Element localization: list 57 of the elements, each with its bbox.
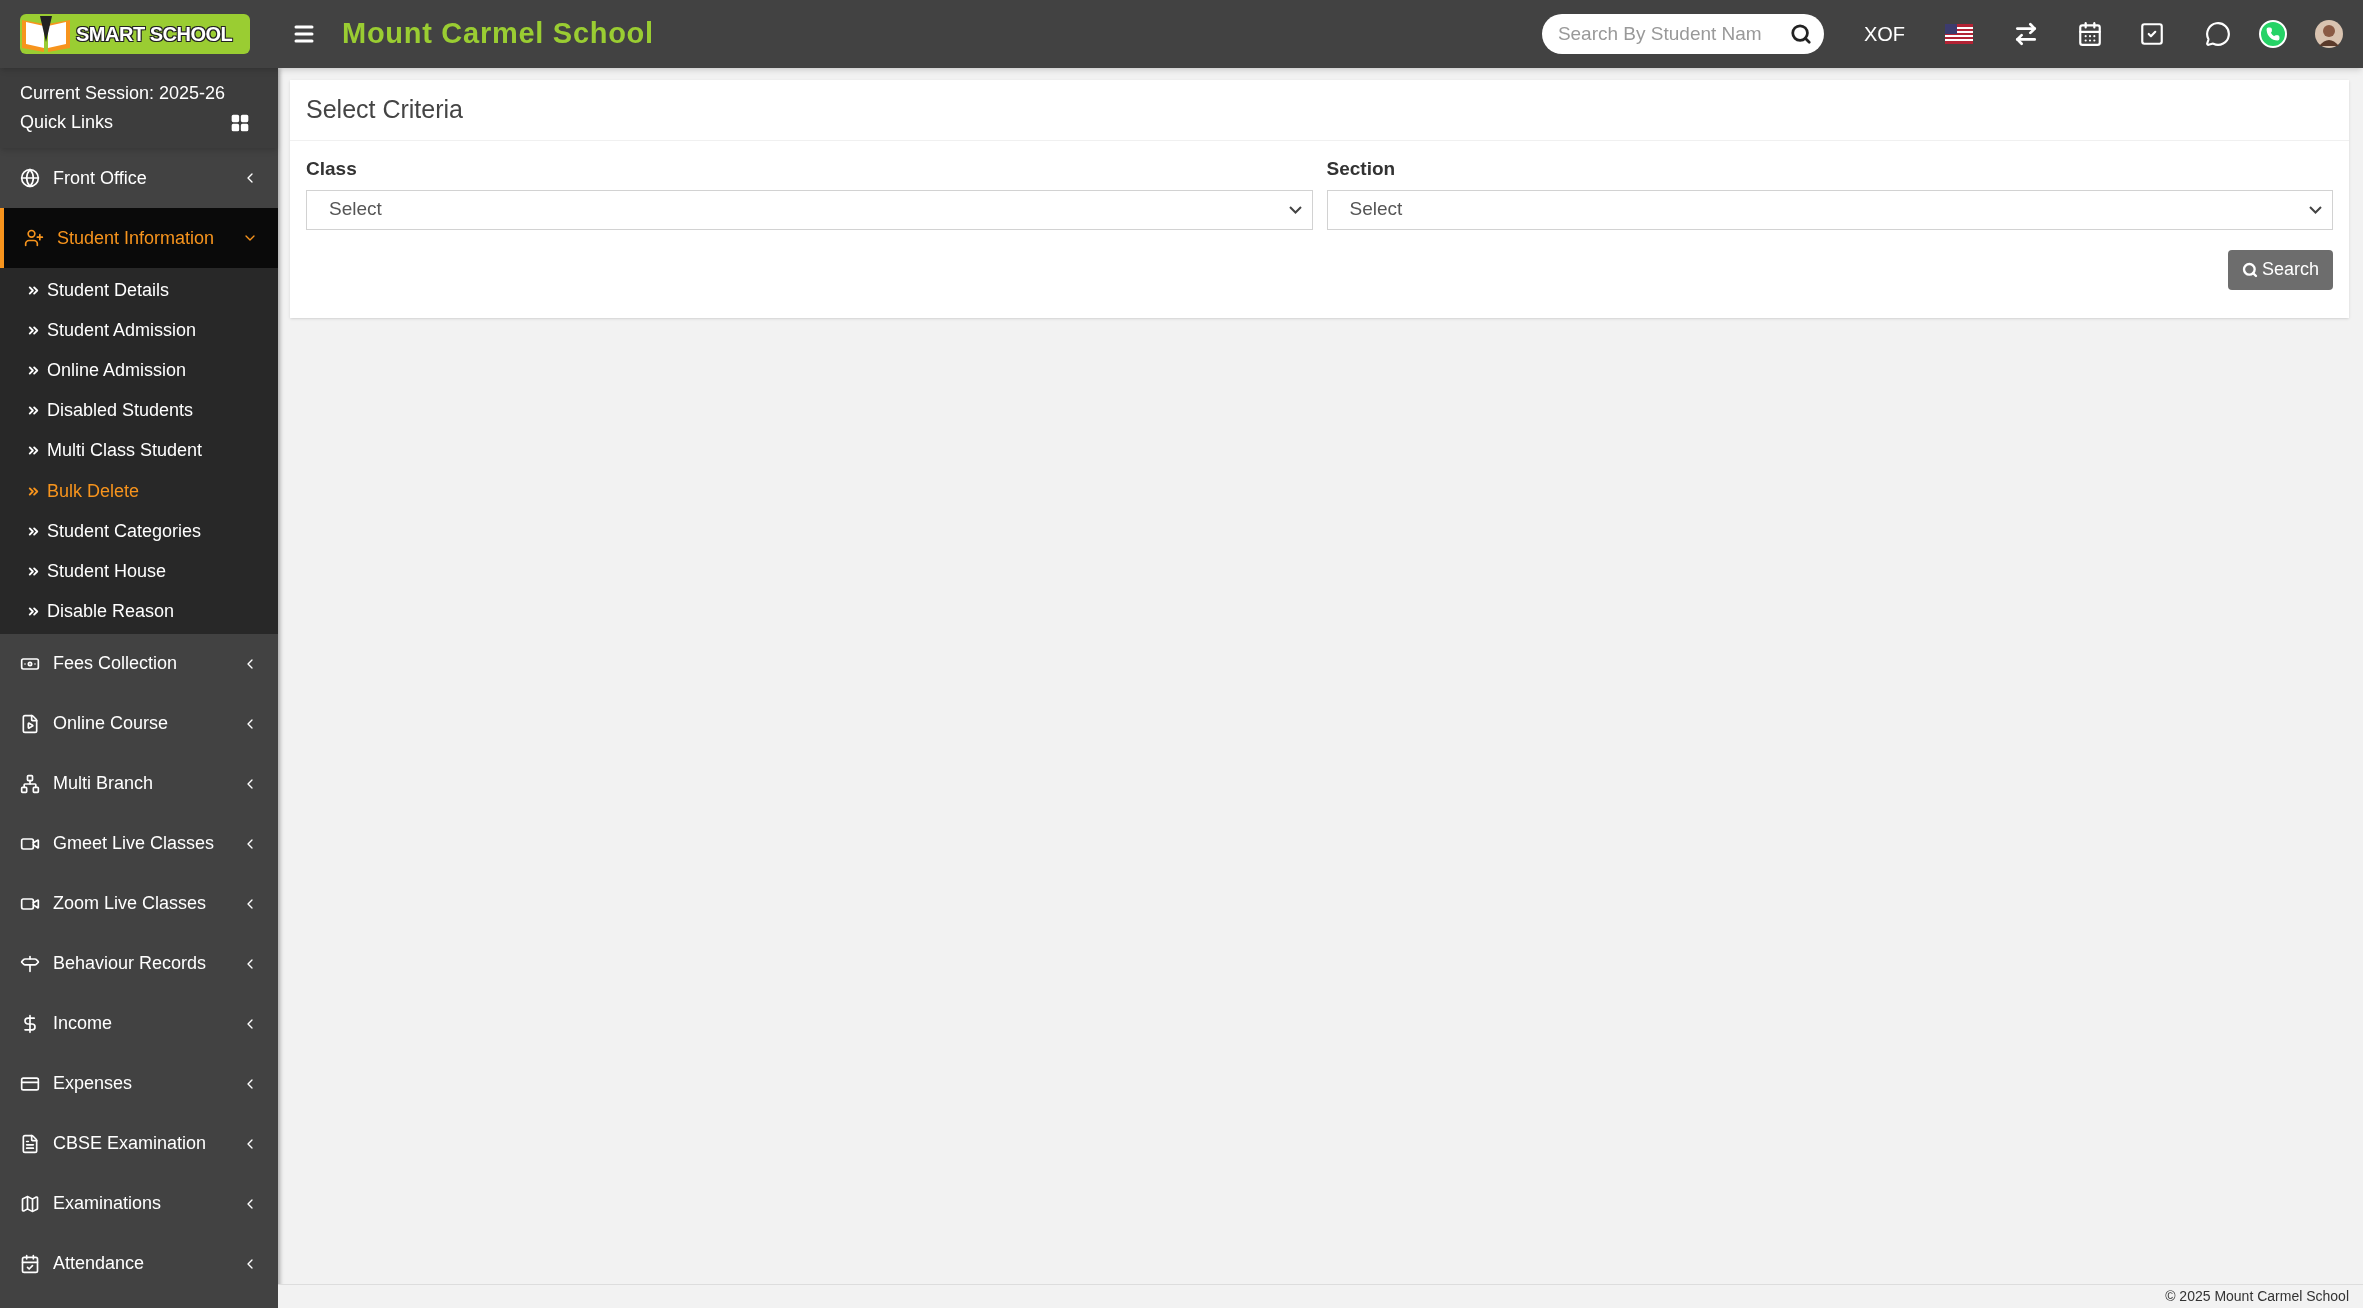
- currency-label[interactable]: XOF: [1863, 19, 1905, 49]
- submenu-item[interactable]: Online Admission: [0, 350, 278, 391]
- field-label: Class: [306, 157, 358, 181]
- globe-icon: [20, 168, 40, 188]
- signpost-icon: [20, 953, 40, 974]
- sidebar-item[interactable]: Gmeet Live Classes: [0, 813, 278, 874]
- switch-arrows-icon[interactable]: [2013, 21, 2039, 47]
- submenu-item[interactable]: Multi Class Student: [0, 430, 278, 471]
- document-icon: [20, 1133, 40, 1154]
- submenu-item[interactable]: Disable Reason: [0, 591, 278, 632]
- select-field[interactable]: Select: [306, 189, 1313, 230]
- calendar-check-icon: [20, 1253, 40, 1274]
- sidebar-item[interactable]: Online Course: [0, 693, 278, 754]
- sidebar-item[interactable]: Behaviour Records: [0, 933, 278, 994]
- search-button[interactable]: Search: [2227, 249, 2333, 290]
- select-field[interactable]: Select: [1326, 189, 2333, 230]
- sidebar-item[interactable]: Examinations: [0, 1173, 278, 1234]
- calendar-icon[interactable]: [2077, 21, 2103, 47]
- sidebar-item[interactable]: Fees Collection: [0, 633, 278, 694]
- avatar[interactable]: [2315, 20, 2343, 48]
- sidebar-item[interactable]: CBSE Examination: [0, 1113, 278, 1174]
- chevron-down-icon: [2309, 205, 2322, 214]
- video-file-icon: [20, 713, 40, 734]
- search-icon[interactable]: [1789, 23, 1812, 45]
- sidebar-item[interactable]: Income: [0, 993, 278, 1054]
- submenu-item[interactable]: Disabled Students: [0, 390, 278, 431]
- user-plus-icon: [24, 228, 44, 248]
- chat-bubble-icon[interactable]: [2205, 21, 2231, 47]
- sidebar-item[interactable]: Zoom Live Classes: [0, 873, 278, 934]
- search-icon: [2241, 261, 2258, 278]
- sidebar-item[interactable]: Expenses: [0, 1053, 278, 1114]
- session-label: Current Session: 2025-26: [20, 82, 227, 105]
- chevron-down-icon: [1288, 205, 1302, 214]
- book-icon: [20, 14, 72, 54]
- sitemap-icon: [20, 773, 40, 794]
- checkbox-icon[interactable]: [2139, 21, 2165, 47]
- map-icon: [20, 1193, 40, 1214]
- search-bar[interactable]: Search By Student Nam: [1541, 14, 1824, 54]
- sidebar-item[interactable]: Student Information: [0, 208, 278, 268]
- grid-icon[interactable]: [230, 112, 250, 133]
- flag-icon[interactable]: [1945, 24, 1973, 44]
- sidebar-item[interactable]: Multi Branch: [0, 753, 278, 814]
- submenu-item[interactable]: Student Categories: [0, 511, 278, 552]
- submenu-item[interactable]: Student Admission: [0, 310, 278, 351]
- submenu-item[interactable]: Student House: [0, 551, 278, 592]
- sidebar-item[interactable]: Front Office: [0, 148, 278, 208]
- sidebar-item[interactable]: Attendance: [0, 1233, 278, 1294]
- school-name: Mount Carmel School: [342, 16, 654, 52]
- logo-text: SMART SCHOOL: [76, 22, 233, 47]
- search-input[interactable]: Search By Student Nam: [1557, 19, 1790, 49]
- whatsapp-icon[interactable]: [2259, 20, 2287, 48]
- field-label: Section: [1326, 157, 1397, 181]
- copyright-text: © 2025 Mount Carmel School: [2165, 1287, 2349, 1306]
- submenu-item[interactable]: Bulk Delete: [0, 470, 278, 512]
- submenu-item[interactable]: Student Details: [0, 270, 278, 311]
- quick-links-label[interactable]: Quick Links: [20, 109, 114, 136]
- card-title: Select Criteria: [306, 94, 463, 126]
